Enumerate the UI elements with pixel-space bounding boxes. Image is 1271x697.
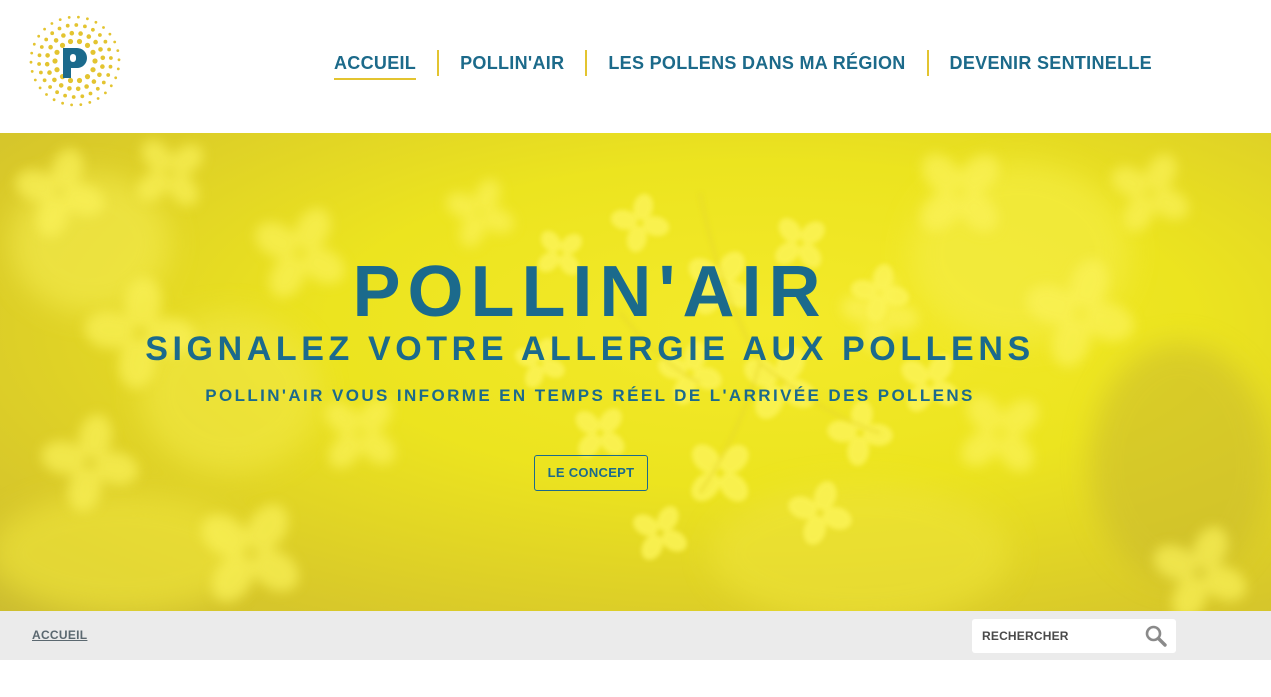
search-icon[interactable] <box>1144 624 1168 648</box>
search-input[interactable] <box>972 619 1142 653</box>
sun-dots-logo-icon: P <box>29 15 121 107</box>
active-underline <box>334 78 417 80</box>
site-header: P ACCUEIL POLLIN'AIR LES POLLENS DANS MA… <box>0 0 1271 133</box>
nav-devenir-sentinelle-label: DEVENIR SENTINELLE <box>949 53 1152 73</box>
breadcrumb-bar: ACCUEIL <box>0 611 1271 660</box>
main-nav: ACCUEIL POLLIN'AIR LES POLLENS DANS MA R… <box>322 48 1173 80</box>
nav-pollinair-label: POLLIN'AIR <box>460 53 565 73</box>
nav-accueil[interactable]: ACCUEIL <box>322 48 437 80</box>
hero-banner: POLLIN'AIR SIGNALEZ VOTRE ALLERGIE AUX P… <box>0 133 1271 611</box>
nav-pollens-region-label: LES POLLENS DANS MA RÉGION <box>608 53 906 73</box>
breadcrumb-accueil[interactable]: ACCUEIL <box>32 628 87 642</box>
nav-devenir-sentinelle[interactable]: DEVENIR SENTINELLE <box>929 48 1173 78</box>
hero-tagline: POLLIN'AIR VOUS INFORME EN TEMPS RÉEL DE… <box>205 386 975 405</box>
nav-pollinair[interactable]: POLLIN'AIR <box>439 48 585 78</box>
nav-pollens-region[interactable]: LES POLLENS DANS MA RÉGION <box>587 48 926 78</box>
le-concept-button[interactable]: LE CONCEPT <box>534 455 648 491</box>
pollinair-logo[interactable]: P <box>22 10 128 112</box>
hero-subtitle: SIGNALEZ VOTRE ALLERGIE AUX POLLENS <box>145 330 1035 368</box>
flower-background-image <box>0 139 1270 611</box>
page-bottom-space <box>0 660 1271 697</box>
nav-accueil-label: ACCUEIL <box>334 53 417 73</box>
search-box <box>972 619 1176 653</box>
hero-title: POLLIN'AIR <box>352 252 828 332</box>
